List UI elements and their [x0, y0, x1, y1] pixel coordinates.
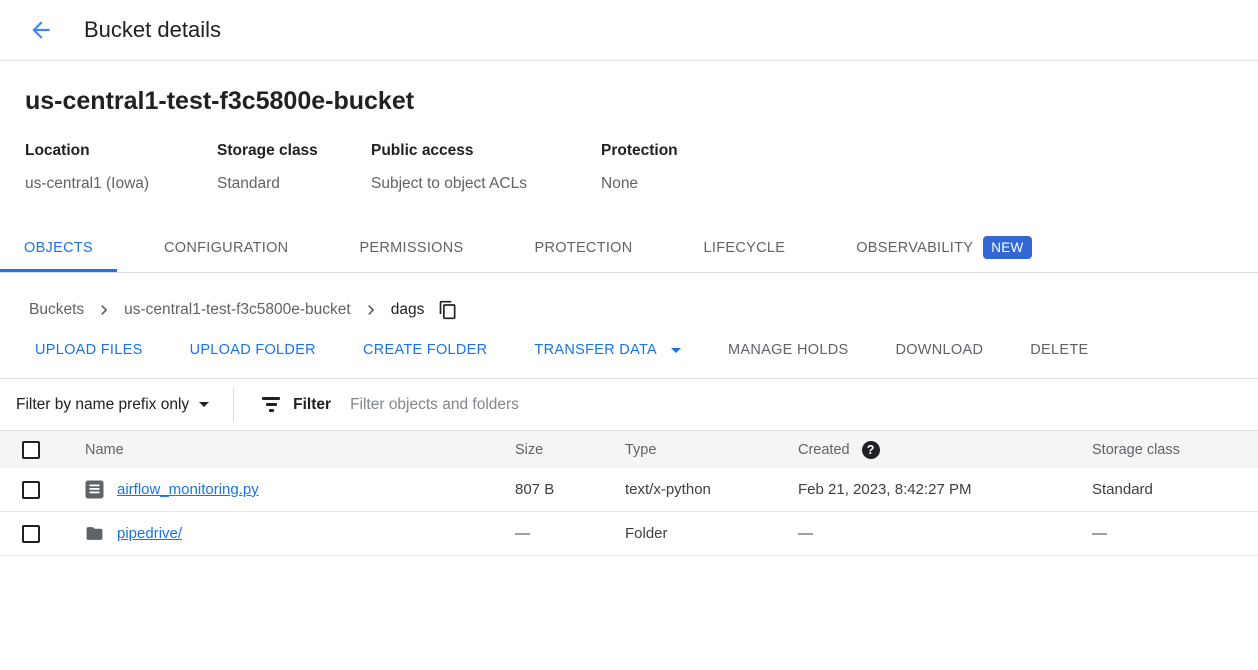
button-label: DOWNLOAD	[895, 342, 983, 358]
object-name-cell: airflow_monitoring.py	[85, 480, 515, 499]
folder-icon	[85, 524, 104, 543]
meta-label: Location	[25, 142, 217, 160]
table-row: pipedrive/ — Folder — —	[0, 512, 1258, 556]
transfer-data-button[interactable]: TRANSFER DATA	[534, 342, 681, 358]
page-title: Bucket details	[84, 17, 221, 43]
button-label: TRANSFER DATA	[534, 342, 657, 358]
tab-label: OBJECTS	[24, 240, 93, 256]
object-size: —	[515, 525, 625, 542]
filter-scope-label: Filter by name prefix only	[16, 396, 189, 414]
meta-value: us-central1 (Iowa)	[25, 175, 217, 193]
column-header-created: Created ?	[798, 441, 1092, 459]
upload-folder-button[interactable]: UPLOAD FOLDER	[190, 342, 316, 358]
button-label: MANAGE HOLDS	[728, 342, 848, 358]
meta-value: Standard	[217, 175, 371, 193]
chevron-right-icon	[94, 300, 114, 320]
meta-value: None	[601, 175, 678, 193]
delete-button[interactable]: DELETE	[1030, 342, 1088, 358]
tab-bar: OBJECTS CONFIGURATION PERMISSIONS PROTEC…	[0, 223, 1258, 273]
object-name-cell: pipedrive/	[85, 524, 515, 543]
object-created: Feb 21, 2023, 8:42:27 PM	[798, 481, 1092, 498]
tab-label: CONFIGURATION	[164, 240, 288, 256]
copy-icon	[438, 300, 458, 320]
filter-input[interactable]	[350, 396, 1258, 414]
filter-bar: Filter by name prefix only Filter	[0, 378, 1258, 431]
tab-lifecycle[interactable]: LIFECYCLE	[704, 223, 786, 272]
object-storage-class: Standard	[1092, 481, 1258, 498]
meta-public-access: Public access Subject to object ACLs	[371, 142, 601, 193]
bucket-name-heading: us-central1-test-f3c5800e-bucket	[25, 87, 1233, 116]
row-checkbox[interactable]	[22, 481, 40, 499]
object-link[interactable]: airflow_monitoring.py	[117, 481, 259, 498]
file-icon	[85, 480, 104, 499]
button-label: DELETE	[1030, 342, 1088, 358]
tab-objects[interactable]: OBJECTS	[24, 223, 93, 272]
tab-protection[interactable]: PROTECTION	[534, 223, 632, 272]
tab-label: LIFECYCLE	[704, 240, 786, 256]
row-checkbox[interactable]	[22, 525, 40, 543]
column-header-size: Size	[515, 442, 625, 458]
tab-permissions[interactable]: PERMISSIONS	[359, 223, 463, 272]
meta-location: Location us-central1 (Iowa)	[25, 142, 217, 193]
upload-files-button[interactable]: UPLOAD FILES	[35, 342, 143, 358]
copy-path-button[interactable]	[438, 300, 458, 320]
row-checkbox-cell	[0, 525, 85, 543]
object-link[interactable]: pipedrive/	[117, 525, 182, 542]
bucket-overview: us-central1-test-f3c5800e-bucket Locatio…	[0, 87, 1258, 193]
create-folder-button[interactable]: CREATE FOLDER	[363, 342, 487, 358]
table-row: airflow_monitoring.py 807 B text/x-pytho…	[0, 468, 1258, 512]
meta-value: Subject to object ACLs	[371, 175, 601, 193]
filter-icon	[262, 397, 280, 412]
help-icon[interactable]: ?	[862, 441, 880, 459]
object-type: text/x-python	[625, 481, 798, 498]
tab-configuration[interactable]: CONFIGURATION	[164, 223, 288, 272]
tab-label: OBSERVABILITY	[856, 240, 973, 256]
appbar: Bucket details	[0, 0, 1258, 61]
select-all-checkbox[interactable]	[22, 441, 40, 459]
object-size: 807 B	[515, 481, 625, 498]
meta-label: Storage class	[217, 142, 371, 160]
button-label: UPLOAD FOLDER	[190, 342, 316, 358]
filter-scope-dropdown[interactable]: Filter by name prefix only	[16, 396, 209, 414]
table-header-row: Name Size Type Created ? Storage class	[0, 431, 1258, 468]
vertical-divider	[233, 388, 234, 422]
chevron-right-icon	[361, 300, 381, 320]
meta-storage-class: Storage class Standard	[217, 142, 371, 193]
download-button[interactable]: DOWNLOAD	[895, 342, 983, 358]
meta-label: Public access	[371, 142, 601, 160]
breadcrumb: Buckets us-central1-test-f3c5800e-bucket…	[0, 273, 1258, 320]
breadcrumb-bucket-name[interactable]: us-central1-test-f3c5800e-bucket	[124, 301, 351, 319]
meta-label: Protection	[601, 142, 678, 160]
breadcrumb-buckets[interactable]: Buckets	[29, 301, 84, 319]
button-label: UPLOAD FILES	[35, 342, 143, 358]
column-header-label: Created	[798, 442, 850, 458]
objects-table: Name Size Type Created ? Storage class a…	[0, 431, 1258, 556]
column-header-storage-class: Storage class	[1092, 442, 1258, 458]
header-checkbox-cell	[0, 441, 85, 459]
bucket-meta-row: Location us-central1 (Iowa) Storage clas…	[25, 142, 1233, 193]
breadcrumb-current-folder: dags	[391, 301, 425, 319]
filter-label: Filter	[293, 396, 331, 414]
tab-label: PROTECTION	[534, 240, 632, 256]
dropdown-caret-icon	[199, 402, 209, 407]
new-badge: NEW	[983, 236, 1031, 259]
object-storage-class: —	[1092, 525, 1258, 542]
objects-toolbar: UPLOAD FILES UPLOAD FOLDER CREATE FOLDER…	[0, 320, 1258, 358]
column-header-name: Name	[85, 442, 515, 458]
object-created: —	[798, 525, 1092, 542]
back-button[interactable]	[28, 17, 54, 43]
tab-label: PERMISSIONS	[359, 240, 463, 256]
meta-protection: Protection None	[601, 142, 678, 193]
button-label: CREATE FOLDER	[363, 342, 487, 358]
dropdown-caret-icon	[671, 348, 681, 353]
back-arrow-icon	[28, 17, 54, 43]
tab-observability[interactable]: OBSERVABILITY NEW	[856, 223, 1031, 272]
row-checkbox-cell	[0, 481, 85, 499]
object-type: Folder	[625, 525, 798, 542]
manage-holds-button[interactable]: MANAGE HOLDS	[728, 342, 848, 358]
column-header-type: Type	[625, 442, 798, 458]
